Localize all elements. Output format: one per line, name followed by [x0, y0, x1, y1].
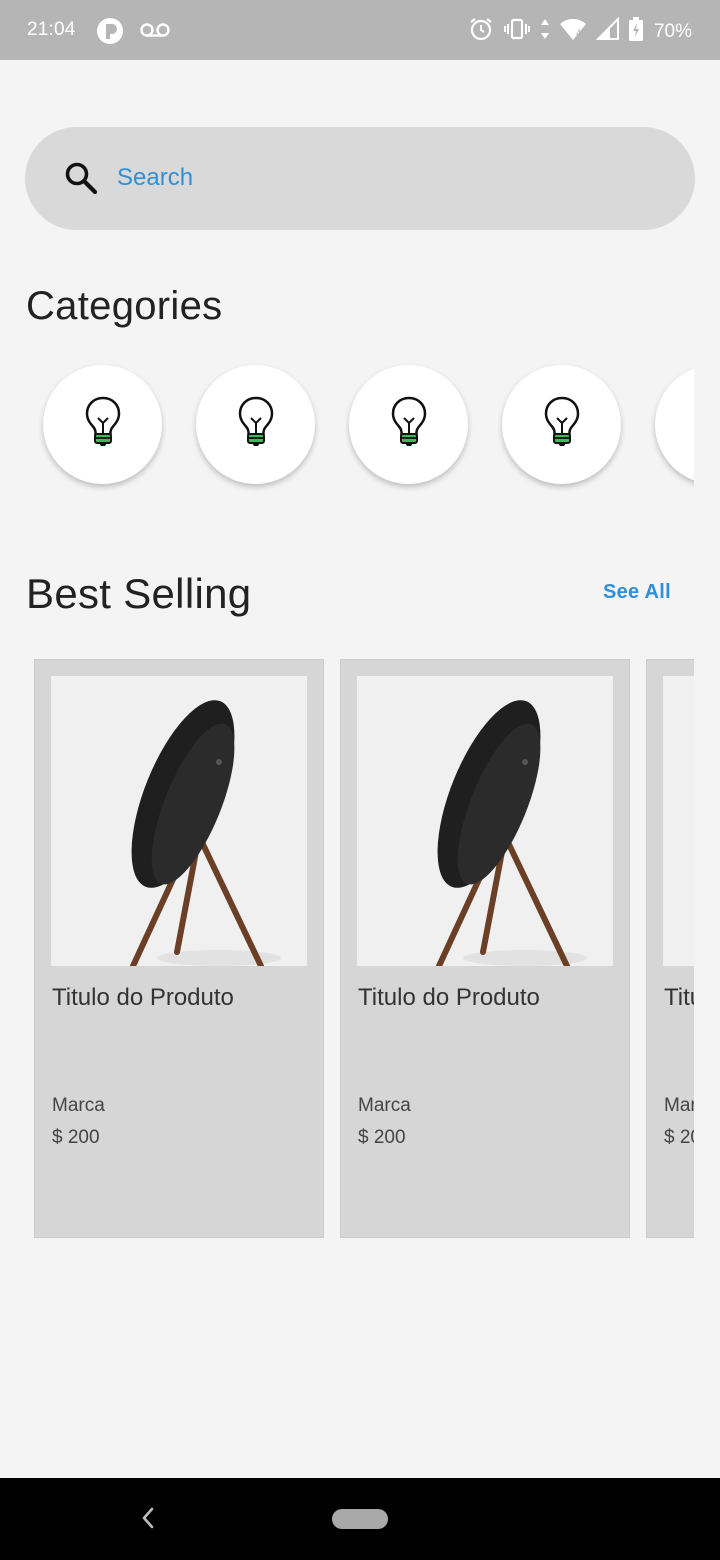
battery-percent: 70% [653, 20, 692, 42]
categories-list[interactable] [0, 345, 694, 510]
category-item[interactable] [502, 365, 621, 484]
category-item[interactable] [196, 365, 315, 484]
product-card[interactable]: Titulo do Produto Marca $ 200 [340, 659, 630, 1238]
data-arrows-icon [540, 18, 550, 45]
product-price: $ 200 [52, 1127, 100, 1148]
category-item[interactable] [43, 365, 162, 484]
speaker-image [663, 676, 694, 966]
product-brand: Marca [664, 1095, 694, 1116]
speaker-image [51, 676, 307, 966]
lightbulb-icon [237, 396, 275, 453]
product-price: $ 200 [664, 1127, 694, 1148]
lightbulb-icon [543, 396, 581, 453]
status-bar: 21:04 4 70% [0, 0, 720, 60]
product-price: $ 200 [358, 1127, 406, 1148]
product-brand: Marca [52, 1095, 105, 1116]
product-title: Titulo do Produto [358, 984, 540, 1011]
status-time: 21:04 [27, 19, 76, 40]
search-input[interactable] [117, 155, 657, 201]
screen: 21:04 4 70% Search Categories Best Selli… [0, 0, 720, 1560]
home-pill-button[interactable] [332, 1509, 388, 1529]
voicemail-icon [139, 22, 171, 43]
product-title: Titulo do Produto [664, 984, 694, 1011]
back-icon[interactable] [138, 1503, 158, 1533]
wifi-icon: 4 [559, 17, 587, 46]
product-card[interactable]: Titulo do Produto Marca $ 200 [646, 659, 694, 1238]
product-brand: Marca [358, 1095, 411, 1116]
category-item[interactable] [655, 365, 694, 484]
svg-text:4: 4 [576, 28, 581, 38]
lightbulb-icon [84, 396, 122, 453]
lightbulb-icon [390, 396, 428, 453]
search-icon [63, 160, 99, 196]
alarm-icon [468, 16, 494, 47]
battery-charging-icon [628, 17, 643, 46]
vibrate-icon [503, 17, 531, 46]
category-item[interactable] [349, 365, 468, 484]
speaker-image [357, 676, 613, 966]
best-selling-title: Best Selling [26, 570, 252, 617]
search-bar[interactable] [25, 127, 695, 230]
products-list[interactable]: Titulo do Produto Marca $ 200 Titulo do … [0, 659, 694, 1239]
product-title: Titulo do Produto [52, 984, 234, 1011]
app-icon [96, 17, 124, 50]
categories-title: Categories [26, 284, 223, 328]
signal-icon [595, 16, 620, 46]
status-icons: 4 70% [468, 16, 692, 47]
see-all-link[interactable]: See All [603, 581, 671, 604]
product-card[interactable]: Titulo do Produto Marca $ 200 [34, 659, 324, 1238]
